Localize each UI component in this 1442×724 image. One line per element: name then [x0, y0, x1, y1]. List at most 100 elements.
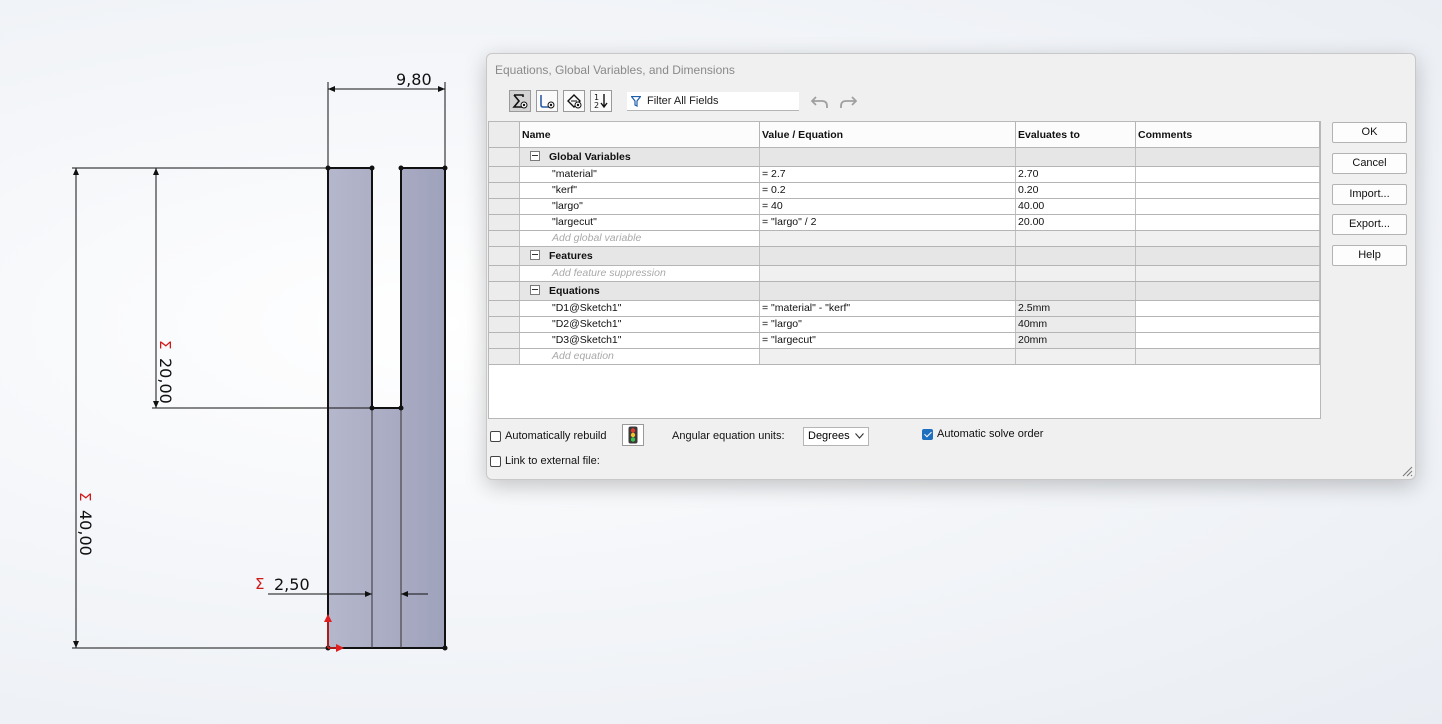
comment-cell[interactable]: [1136, 301, 1320, 316]
row-header: [489, 215, 520, 230]
variable-name-cell[interactable]: "material": [520, 167, 760, 182]
equation-cell[interactable]: = "largo": [760, 317, 1016, 332]
empty-cell: [1136, 266, 1320, 281]
column-header-comments[interactable]: Comments: [1136, 122, 1320, 147]
redo-icon: [840, 96, 857, 108]
sketch-viewport[interactable]: 9,80 Σ 40,00 Σ 20,00 Σ 2,50: [0, 0, 480, 724]
ok-button[interactable]: OK: [1332, 122, 1407, 143]
table-row[interactable]: "D3@Sketch1" = "largecut" 20mm: [489, 333, 1320, 349]
section-label: Global Variables: [549, 151, 631, 163]
row-header: [489, 183, 520, 198]
equation-cell[interactable]: = 40: [760, 199, 1016, 214]
collapse-icon[interactable]: [530, 151, 540, 161]
redo-button[interactable]: [837, 92, 859, 112]
section-title[interactable]: Features: [520, 247, 760, 265]
equation-view-icon: [512, 94, 528, 109]
dimension-inner-label[interactable]: 20,00: [156, 358, 175, 404]
row-header: [489, 247, 520, 265]
dimension-view-button[interactable]: [563, 90, 585, 112]
add-equation-cell[interactable]: Add equation: [520, 349, 760, 364]
auto-solve-label: Automatic solve order: [937, 428, 1044, 440]
equation-view-button[interactable]: [509, 90, 531, 112]
empty-cell: [1016, 231, 1136, 246]
resize-grip-icon[interactable]: [1401, 465, 1413, 477]
comment-cell[interactable]: [1136, 183, 1320, 198]
section-equations[interactable]: Equations: [489, 282, 1320, 301]
section-filler: [1136, 247, 1320, 265]
variable-name-cell[interactable]: "kerf": [520, 183, 760, 198]
comment-cell[interactable]: [1136, 215, 1320, 230]
table-row[interactable]: "D1@Sketch1" = "material" - "kerf" 2.5mm: [489, 301, 1320, 317]
help-button[interactable]: Help: [1332, 245, 1407, 266]
column-header-value[interactable]: Value / Equation: [760, 122, 1016, 147]
equation-cell[interactable]: = 0.2: [760, 183, 1016, 198]
variable-name-cell[interactable]: "largecut": [520, 215, 760, 230]
section-features[interactable]: Features: [489, 247, 1320, 266]
section-filler: [760, 247, 1016, 265]
sketch-equation-view-button[interactable]: [536, 90, 558, 112]
comment-cell[interactable]: [1136, 167, 1320, 182]
import-button[interactable]: Import...: [1332, 184, 1407, 205]
rebuild-button[interactable]: [622, 424, 644, 446]
collapse-icon[interactable]: [530, 250, 540, 260]
table-row[interactable]: "largecut" = "largo" / 2 20.00: [489, 215, 1320, 231]
link-external-label: Link to external file:: [505, 455, 600, 467]
undo-button[interactable]: [809, 92, 831, 112]
ordered-view-button[interactable]: 1 2: [590, 90, 612, 112]
filter-field[interactable]: Filter All Fields: [627, 92, 799, 111]
sketch-equation-view-icon: [540, 95, 555, 109]
table-row[interactable]: "D2@Sketch1" = "largo" 40mm: [489, 317, 1320, 333]
empty-cell: [1136, 349, 1320, 364]
dimension-top-label[interactable]: 9,80: [396, 70, 432, 89]
section-title[interactable]: Global Variables: [520, 148, 760, 166]
collapse-icon[interactable]: [530, 285, 540, 295]
table-row[interactable]: "largo" = 40 40.00: [489, 199, 1320, 215]
row-header-corner: [489, 122, 520, 147]
table-row[interactable]: "material" = 2.7 2.70: [489, 167, 1320, 183]
equations-table[interactable]: Name Value / Equation Evaluates to Comme…: [488, 121, 1321, 419]
auto-solve-checkbox[interactable]: [922, 428, 933, 440]
link-external-checkbox[interactable]: [490, 455, 501, 467]
equation-cell[interactable]: = 2.7: [760, 167, 1016, 182]
dimension-outer-label[interactable]: 40,00: [76, 510, 95, 556]
evaluates-cell: 40mm: [1016, 317, 1136, 332]
link-external-option[interactable]: Link to external file:: [490, 455, 600, 467]
cancel-button[interactable]: Cancel: [1332, 153, 1407, 174]
dimension-sigma-gap: Σ: [255, 575, 264, 593]
auto-rebuild-option[interactable]: Automatically rebuild: [490, 430, 607, 442]
export-button[interactable]: Export...: [1332, 214, 1407, 235]
equation-name-cell[interactable]: "D3@Sketch1": [520, 333, 760, 348]
dimension-view-icon: [567, 94, 582, 109]
add-equation-row[interactable]: Add equation: [489, 349, 1320, 365]
equation-cell[interactable]: = "material" - "kerf": [760, 301, 1016, 316]
auto-rebuild-checkbox[interactable]: [490, 430, 501, 442]
angular-units-select[interactable]: Degrees: [803, 427, 869, 446]
section-filler: [760, 148, 1016, 166]
equation-cell[interactable]: = "largo" / 2: [760, 215, 1016, 230]
comment-cell[interactable]: [1136, 317, 1320, 332]
add-global-variable-row[interactable]: Add global variable: [489, 231, 1320, 247]
section-title[interactable]: Equations: [520, 282, 760, 300]
dimension-sigma-inner: Σ: [156, 340, 174, 349]
comment-cell[interactable]: [1136, 333, 1320, 348]
section-global-variables[interactable]: Global Variables: [489, 148, 1320, 167]
section-label: Features: [549, 250, 593, 262]
table-row[interactable]: "kerf" = 0.2 0.20: [489, 183, 1320, 199]
equation-name-cell[interactable]: "D2@Sketch1": [520, 317, 760, 332]
variable-name-cell[interactable]: "largo": [520, 199, 760, 214]
equation-cell[interactable]: = "largecut": [760, 333, 1016, 348]
add-feature-row[interactable]: Add feature suppression: [489, 266, 1320, 282]
row-header: [489, 349, 520, 364]
column-header-name[interactable]: Name: [520, 122, 760, 147]
column-header-evaluates[interactable]: Evaluates to: [1016, 122, 1136, 147]
row-header: [489, 148, 520, 166]
evaluates-cell: 2.70: [1016, 167, 1136, 182]
equation-name-cell[interactable]: "D1@Sketch1": [520, 301, 760, 316]
section-filler: [1136, 282, 1320, 300]
section-filler: [760, 282, 1016, 300]
comment-cell[interactable]: [1136, 199, 1320, 214]
dimension-gap-label[interactable]: 2,50: [274, 575, 310, 594]
add-feature-cell[interactable]: Add feature suppression: [520, 266, 760, 281]
auto-solve-option[interactable]: Automatic solve order: [922, 428, 1043, 440]
add-global-variable-cell[interactable]: Add global variable: [520, 231, 760, 246]
